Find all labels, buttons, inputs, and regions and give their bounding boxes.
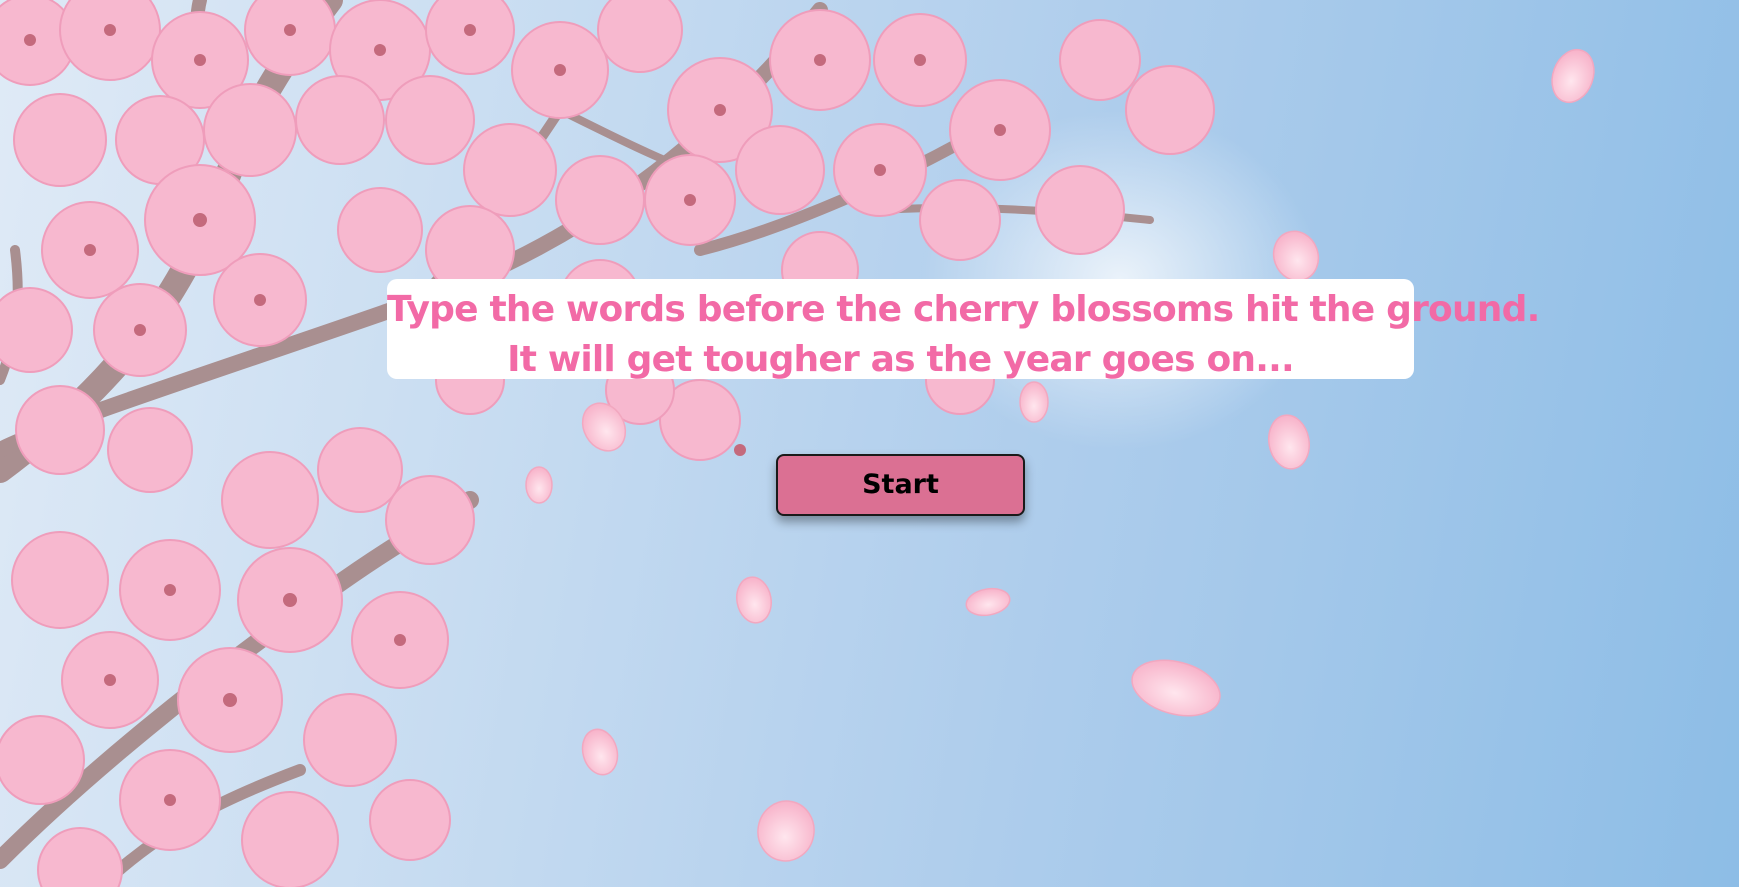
lower-blossom-clusters (0, 427, 475, 887)
start-button[interactable]: Start (776, 454, 1025, 516)
instructions-line-1: Type the words before the cherry blossom… (387, 289, 1540, 330)
instructions-line-2: It will get tougher as the year goes on.… (507, 339, 1295, 380)
cherry-blossom-background (0, 0, 1595, 887)
instructions-panel: Type the words before the cherry blossom… (387, 279, 1540, 380)
